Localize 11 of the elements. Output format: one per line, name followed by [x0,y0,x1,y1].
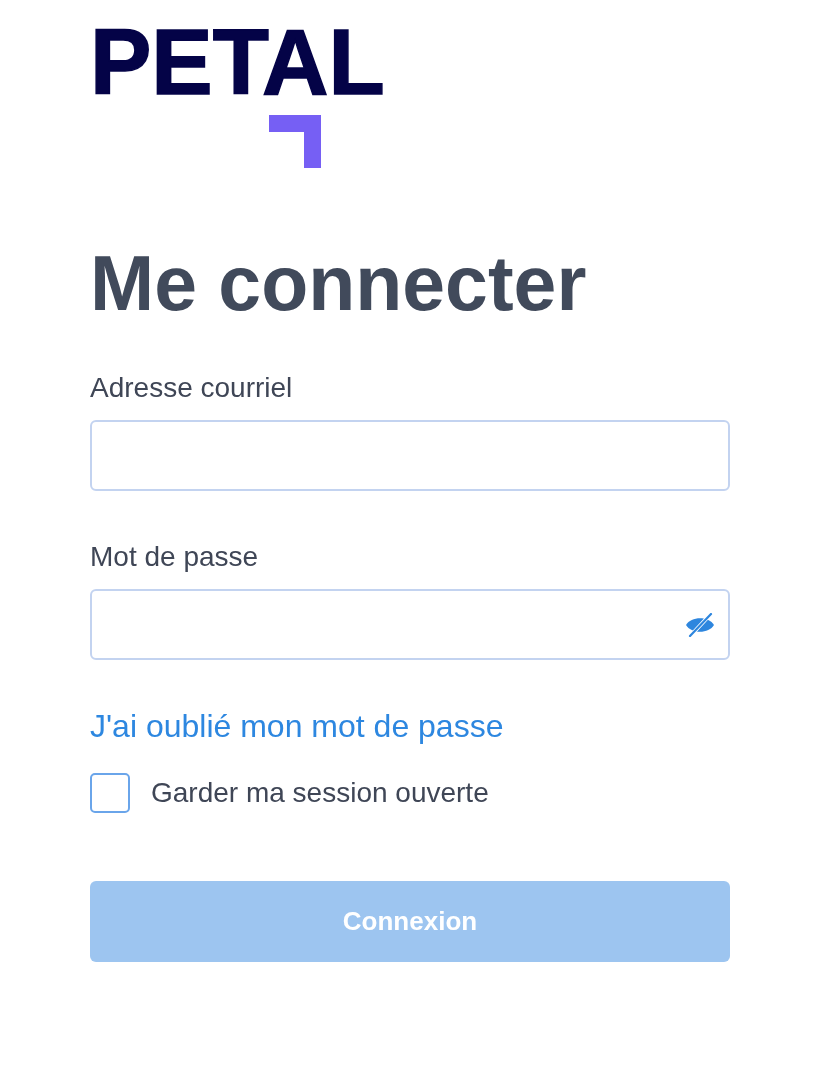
forgot-password-link[interactable]: J'ai oublié mon mot de passe [90,710,504,742]
checkbox[interactable] [90,773,130,813]
corner-bracket-icon [269,115,321,168]
eye-slash-icon[interactable] [685,612,715,637]
field-label: Mot de passe [90,543,259,571]
checkbox-label: Garder ma session ouverte [151,779,489,807]
field-label: Adresse courriel [90,374,293,402]
page-title: Me connecter [90,245,587,322]
password-field[interactable] [90,589,730,660]
logo-wordmark: PETAL [90,16,385,108]
email-field[interactable] [90,420,730,491]
